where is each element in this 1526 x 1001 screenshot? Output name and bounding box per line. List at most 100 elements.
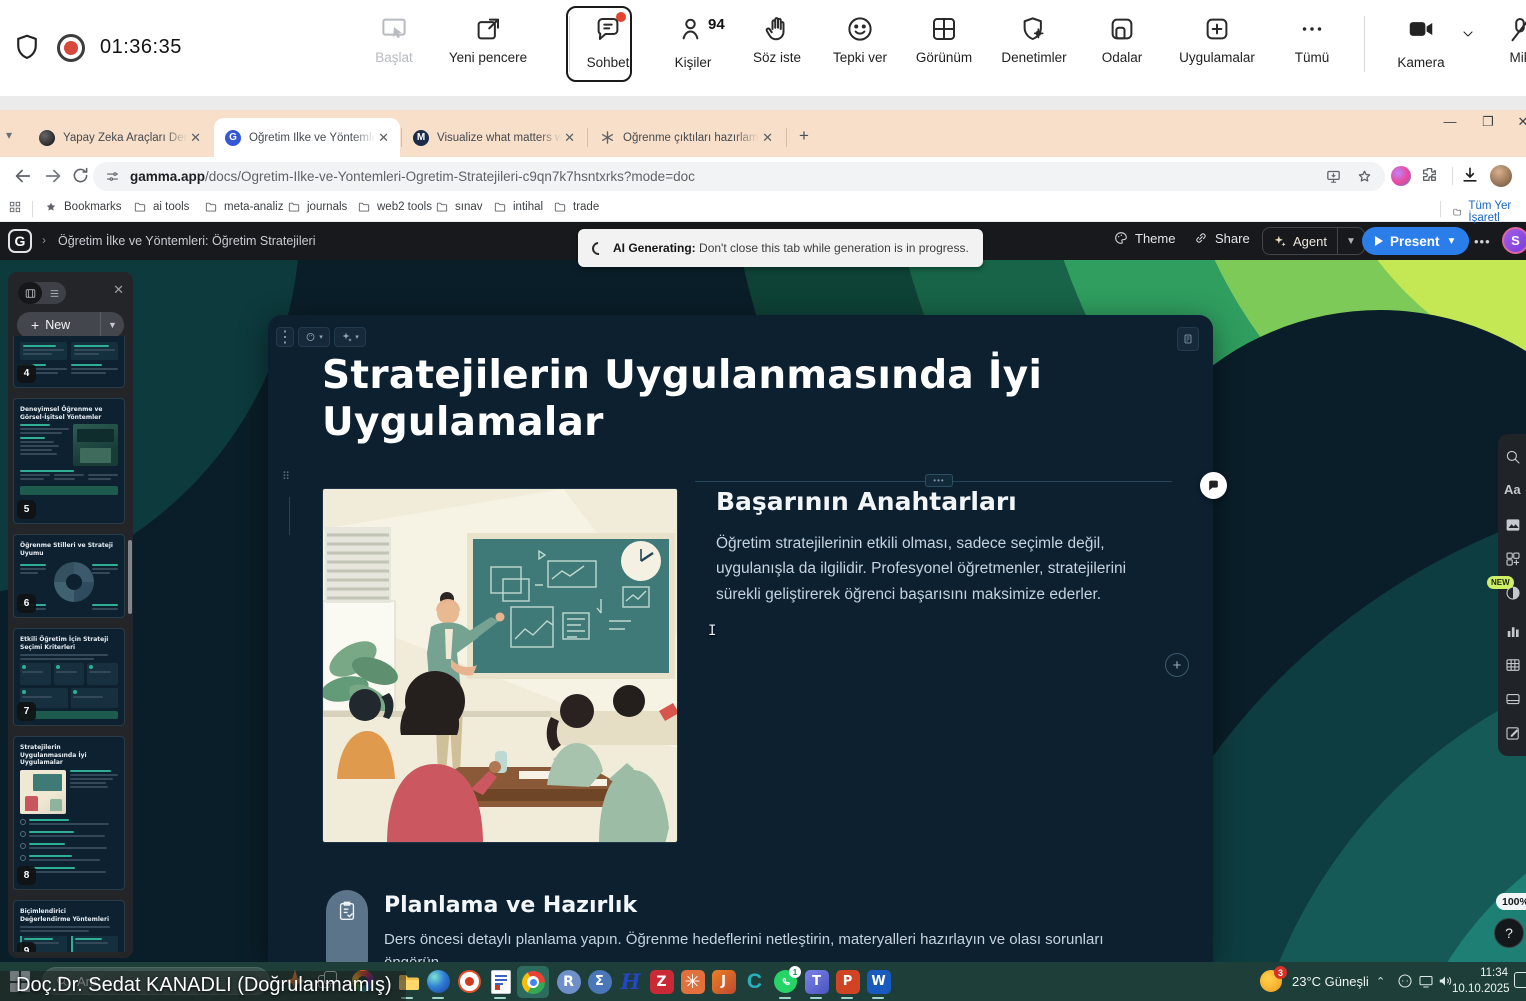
flame-app-icon[interactable]: J xyxy=(711,969,736,994)
card-notes-icon[interactable] xyxy=(1177,327,1199,351)
install-app-icon[interactable] xyxy=(1325,168,1342,185)
zoom-level-badge[interactable]: 100% xyxy=(1496,893,1526,910)
bookmark-folder[interactable]: trade xyxy=(553,200,599,214)
camera-options-chevron[interactable] xyxy=(1460,26,1476,47)
chat-button[interactable]: Sohbet xyxy=(583,14,633,70)
view-button[interactable]: Görünüm xyxy=(911,14,977,65)
window-close-icon[interactable]: ✕ xyxy=(1508,114,1526,130)
card-theme-icon[interactable]: ▾ xyxy=(298,327,330,347)
block-drag-handle[interactable]: ⠿ xyxy=(282,473,296,493)
r-app-icon[interactable]: R xyxy=(556,969,581,994)
user-avatar[interactable]: S xyxy=(1502,227,1526,254)
powerpoint-icon[interactable]: P xyxy=(835,969,860,994)
share-button[interactable]: Share xyxy=(1193,230,1250,246)
url-input[interactable]: gamma.app/docs/Ogretim-Ilke-ve-Yontemler… xyxy=(93,162,1385,191)
weather-text[interactable]: 23°C Güneşli xyxy=(1292,974,1369,989)
section-body[interactable]: Ders öncesi detaylı planlama yapın. Öğre… xyxy=(384,929,1164,962)
agent-dropdown-chevron[interactable]: ▼ xyxy=(1337,228,1364,254)
bookmark-folder[interactable]: intihal xyxy=(493,200,543,214)
browser-profile-avatar[interactable] xyxy=(1490,165,1512,187)
slide-thumbnail-6[interactable]: Öğrenme Stilleri ve Strateji Uyumu 6 xyxy=(13,534,125,618)
edit-icon[interactable] xyxy=(1504,724,1522,742)
site-settings-icon[interactable] xyxy=(105,169,120,184)
slide-thumbnail-7[interactable]: Etkili Öğretim İçin Strateji Seçimi Krit… xyxy=(13,628,125,726)
sidebar-view-toggle[interactable] xyxy=(18,282,66,304)
taskbar-clock[interactable]: 11:34 10.10.2025 xyxy=(1452,966,1508,997)
asterisk-app-icon[interactable]: ✳ xyxy=(680,969,705,994)
new-slide-button[interactable]: + New ▼ xyxy=(17,312,124,338)
notification-center-icon[interactable] xyxy=(1514,972,1526,988)
slide-thumbnail-9[interactable]: Biçimlendirici Değerlendirme Yöntemleri … xyxy=(13,900,125,952)
raise-hand-button[interactable]: Söz iste xyxy=(748,14,806,65)
host-tools-button[interactable]: Denetimler xyxy=(995,14,1073,65)
tab-close-icon[interactable]: ✕ xyxy=(187,130,204,146)
present-button[interactable]: Present ▼ xyxy=(1362,227,1469,255)
all-bookmarks-folder[interactable]: Tüm Yer İşaretl xyxy=(1452,200,1526,224)
table-icon[interactable] xyxy=(1504,656,1522,674)
blocks-icon[interactable] xyxy=(1504,550,1522,568)
h-app-icon[interactable]: H xyxy=(618,969,643,994)
card-menu-icon[interactable]: ⋮ xyxy=(276,327,294,347)
edge-browser-icon[interactable] xyxy=(426,969,451,994)
reload-icon[interactable] xyxy=(70,165,92,187)
teams-icon[interactable]: T xyxy=(804,969,829,994)
network-icon[interactable] xyxy=(1417,972,1435,990)
bookmark-item[interactable]: Bookmarks xyxy=(44,200,122,214)
slide-thumbnail-4[interactable]: 4 xyxy=(13,336,125,388)
participants-button[interactable]: 94 Kişiler xyxy=(665,14,721,70)
microphone-button[interactable]: Mik xyxy=(1500,14,1526,65)
chart-icon[interactable] xyxy=(1504,622,1522,640)
share-screen-button[interactable]: Başlat xyxy=(363,14,425,65)
card-layout-icon[interactable] xyxy=(1504,690,1522,708)
bookmark-folder[interactable]: journals xyxy=(287,200,347,214)
agent-button[interactable]: Agent ▼ xyxy=(1262,227,1365,255)
image-icon[interactable] xyxy=(1504,516,1522,534)
new-tab-button[interactable]: + xyxy=(799,126,809,146)
zotero-icon[interactable]: Z xyxy=(649,969,674,994)
comment-icon[interactable] xyxy=(1200,472,1227,499)
stats-sigma-icon[interactable]: Σ xyxy=(587,969,612,994)
chrome-icon-active[interactable] xyxy=(517,966,549,998)
reactions-button[interactable]: Tepki ver xyxy=(827,14,893,65)
section-heading[interactable]: Başarının Anahtarları xyxy=(716,487,1017,516)
add-block-button[interactable]: + xyxy=(1165,653,1189,677)
browser-tab-1[interactable]: Yapay Zeka Araçları Derse Enteg ✕ xyxy=(28,118,212,157)
browser-tab-3[interactable]: M Visualize what matters with AI | ✕ xyxy=(402,118,586,157)
tab-close-icon[interactable]: ✕ xyxy=(561,130,578,146)
section-body[interactable]: Öğretim stratejilerinin etkili olması, s… xyxy=(716,531,1168,607)
header-more-icon[interactable]: ••• xyxy=(1474,234,1491,249)
camera-button[interactable]: Kamera xyxy=(1386,14,1456,70)
bookmark-folder[interactable]: web2 tools xyxy=(357,200,432,214)
breadcrumb[interactable]: Öğretim İlke ve Yöntemleri: Öğretim Stra… xyxy=(58,234,316,248)
app-orange-ring-icon[interactable] xyxy=(457,969,482,994)
apps-button[interactable]: Uygulamalar xyxy=(1168,14,1266,65)
sidebar-close-icon[interactable]: ✕ xyxy=(113,282,124,298)
slide-thumbnail-8[interactable]: Stratejilerin Uygulanmasında İyi Uygulam… xyxy=(13,736,125,890)
bookmark-folder[interactable]: sınav xyxy=(435,200,483,214)
divider-drag-handle[interactable]: ••• xyxy=(925,474,953,487)
download-icon[interactable] xyxy=(1460,165,1482,187)
slide-thumbnail-5[interactable]: Deneyimsel Öğrenme ve Görsel-İşitsel Yön… xyxy=(13,398,125,524)
window-minimize-icon[interactable]: — xyxy=(1435,114,1465,129)
tab-search-chevron[interactable]: ▾ xyxy=(6,128,12,142)
browser-tab-2-active[interactable]: G Öğretim İlke ve Yöntemleri: Öğ ✕ xyxy=(214,118,400,157)
swirl-app-icon[interactable]: C xyxy=(742,969,767,994)
theme-button[interactable]: Theme xyxy=(1113,230,1175,246)
tab-close-icon[interactable]: ✕ xyxy=(375,130,392,146)
help-button[interactable]: ? xyxy=(1494,918,1524,948)
present-dropdown-chevron[interactable]: ▼ xyxy=(1447,236,1457,247)
extensions-puzzle-icon[interactable] xyxy=(1420,165,1442,187)
gamma-logo[interactable]: G xyxy=(8,229,32,253)
tab-close-icon[interactable]: ✕ xyxy=(759,130,776,146)
brain-extension-icon[interactable] xyxy=(1391,166,1411,186)
word-icon[interactable]: W xyxy=(866,969,891,994)
tray-status-icon[interactable] xyxy=(1396,972,1414,990)
apps-grid-icon[interactable] xyxy=(8,200,22,214)
security-shield-icon[interactable] xyxy=(12,32,42,67)
sidebar-scrollbar[interactable] xyxy=(128,540,132,614)
new-window-button[interactable]: Yeni pencere xyxy=(443,14,533,65)
document-app-icon[interactable] xyxy=(488,969,513,994)
slide-title[interactable]: Stratejilerin Uygulanmasında İyi Uygulam… xyxy=(322,353,1142,447)
new-slide-chevron[interactable]: ▼ xyxy=(100,312,124,338)
bookmark-folder[interactable]: ai tools xyxy=(133,200,189,214)
